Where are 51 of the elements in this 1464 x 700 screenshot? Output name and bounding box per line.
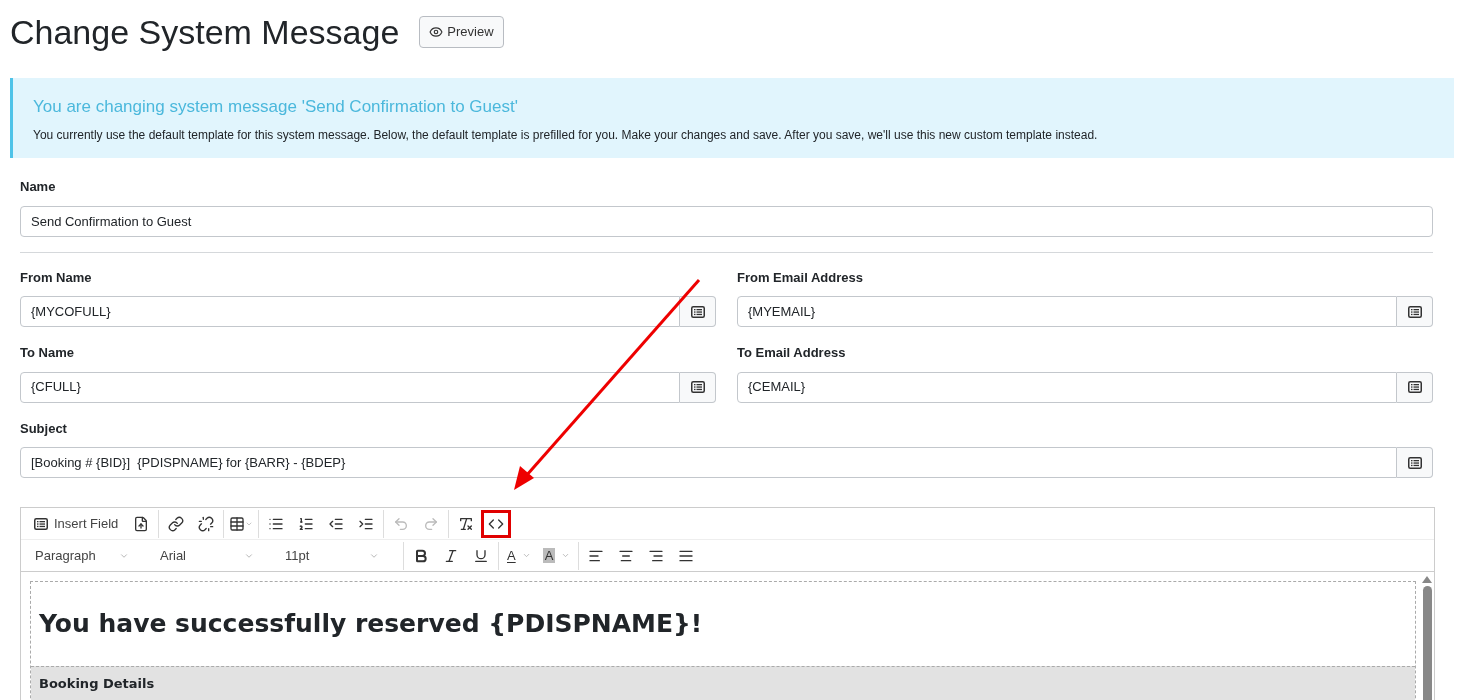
file-upload-icon	[133, 515, 150, 532]
italic-icon	[443, 547, 459, 564]
preview-button[interactable]: Preview	[419, 16, 504, 48]
scroll-up-icon	[1422, 576, 1432, 583]
text-field[interactable]: {MYEMAIL}	[737, 296, 1397, 327]
text-field[interactable]: {MYCOFULL}	[20, 296, 680, 327]
dropdown[interactable]: 11pt	[276, 541, 388, 570]
alert-text: You currently use the default template for this system message. Below, the default template is prefilled for you. Make your changes and save. After you save, we'll use this new custom template instead.	[33, 126, 1099, 144]
dropdown[interactable]: Paragraph	[26, 541, 138, 570]
field-label: To Email Address	[737, 344, 847, 362]
list-icon	[34, 517, 48, 530]
dropdown[interactable]: Arial	[151, 541, 263, 570]
text-field[interactable]: [Booking # {BID}] {PDISPNAME} for {BARR} - {BDEP}	[20, 447, 1397, 478]
table-icon	[229, 515, 246, 532]
alert-heading: You are changing system message 'Send Confirmation to Guest'	[33, 96, 519, 118]
text-field[interactable]: {CFULL}	[20, 371, 680, 403]
section-header: Booking Details	[31, 666, 1415, 700]
field-label: Name	[20, 178, 57, 196]
field-label: Subject	[20, 419, 68, 438]
page-title: Change System Message	[10, 12, 400, 52]
eye-icon	[429, 25, 444, 39]
insert-field-button[interactable]	[1397, 447, 1433, 478]
insert-field-button[interactable]	[1397, 296, 1433, 327]
list-icon	[1407, 456, 1422, 469]
list-icon	[690, 381, 705, 393]
background-color-button[interactable]: A	[536, 541, 577, 570]
text-color-button[interactable]: A	[501, 541, 537, 570]
text-field[interactable]: Send Confirmation to Guest	[20, 205, 1433, 237]
bold-icon	[413, 547, 429, 564]
insert-field-button[interactable]: Insert Field	[26, 509, 127, 538]
insert-field-button[interactable]	[680, 371, 716, 403]
unlink-icon	[198, 515, 215, 532]
field-label: To Name	[20, 344, 75, 362]
insert-field-button[interactable]	[1397, 371, 1433, 403]
list-icon	[690, 305, 705, 318]
code-button[interactable]	[481, 509, 512, 538]
caret-icon	[561, 551, 571, 560]
clear-formatting-icon	[458, 515, 475, 532]
underline-icon	[473, 547, 489, 564]
caret-icon	[521, 551, 531, 560]
link-icon	[168, 515, 185, 532]
field-label: From Name	[20, 268, 93, 287]
list-icon	[1407, 305, 1422, 318]
field-label: From Email Address	[737, 268, 864, 287]
redo-icon	[423, 515, 440, 532]
template-heading: You have successfully reserved {PDISPNAME}!	[38, 608, 704, 640]
list-icon	[1407, 381, 1422, 393]
text-field[interactable]: {CEMAIL}	[737, 371, 1397, 403]
insert-field-button[interactable]	[680, 296, 716, 327]
numbered-list-icon	[298, 515, 315, 532]
undo-icon	[393, 515, 410, 532]
